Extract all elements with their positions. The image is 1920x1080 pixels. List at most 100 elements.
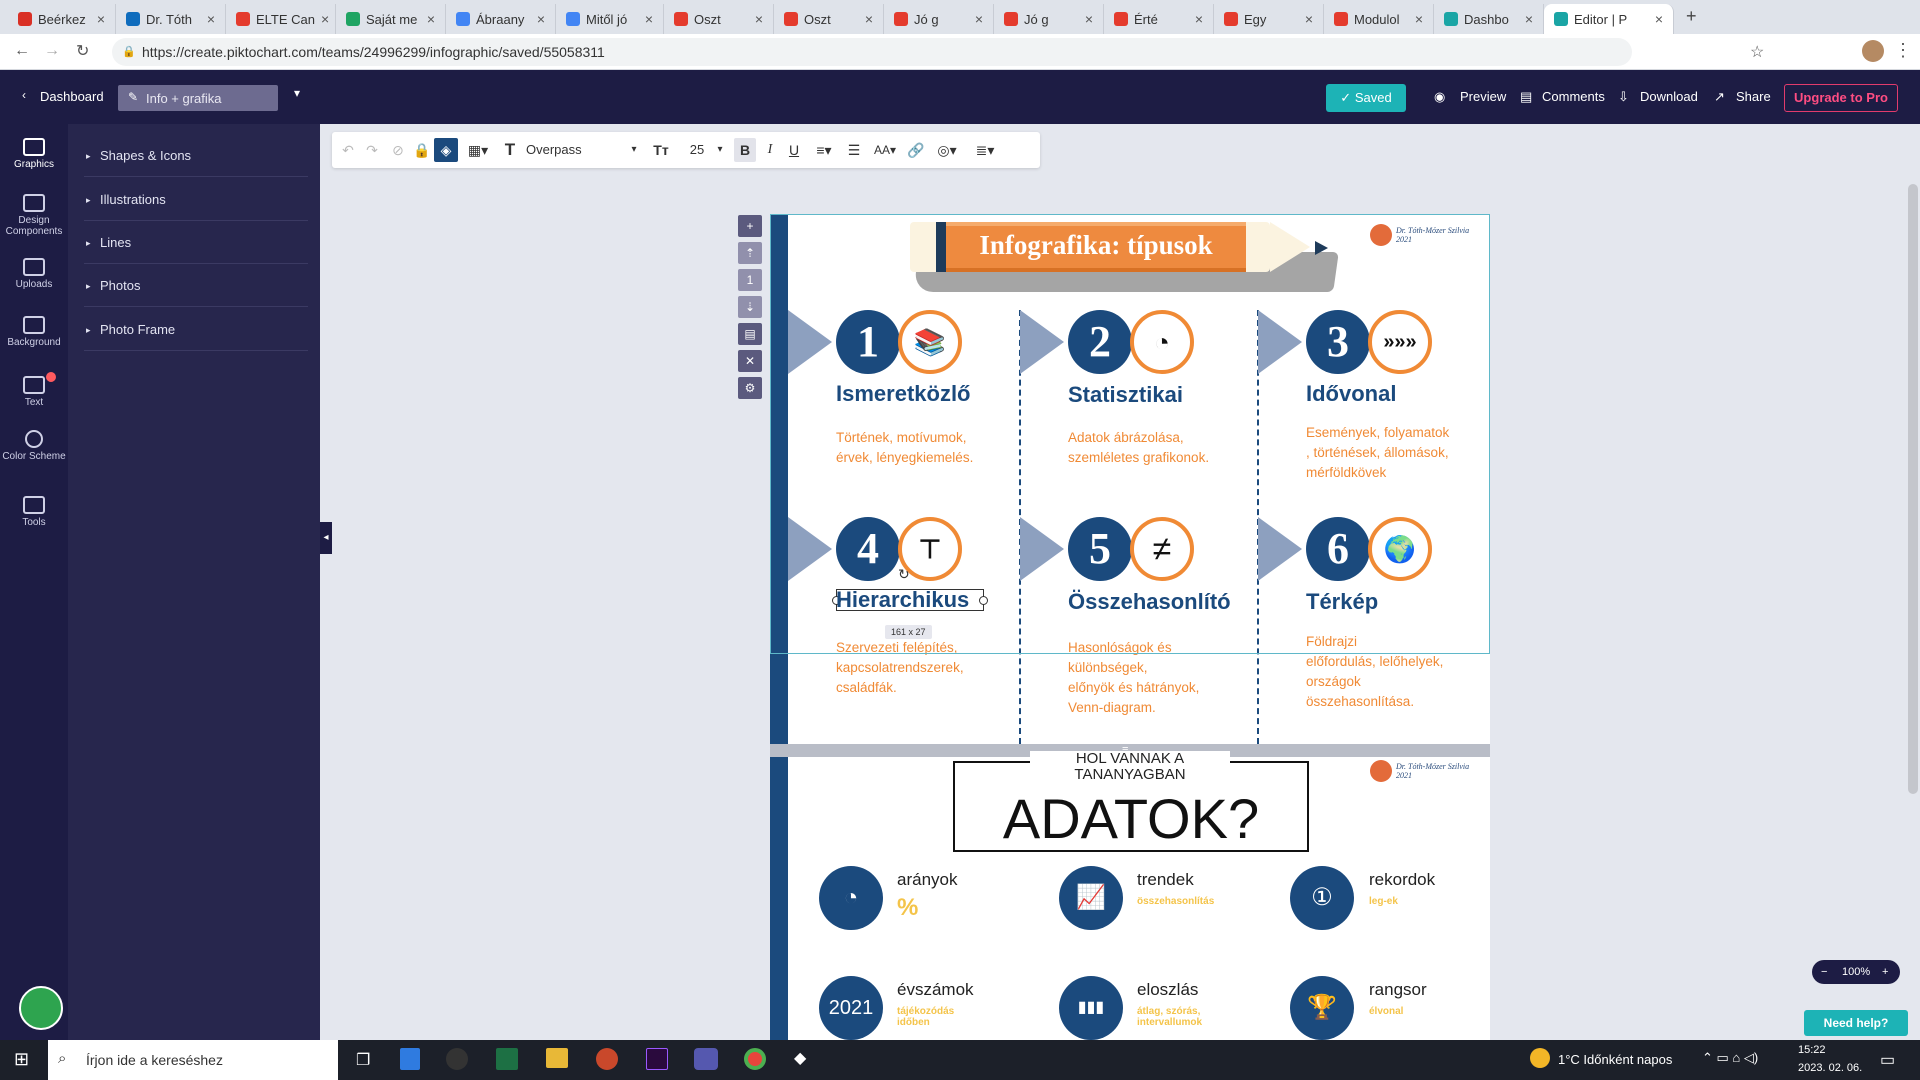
type-description[interactable]: Események, folyamatok , történések, állo… (1306, 423, 1449, 483)
type-title-selected[interactable]: Hierarchikus (836, 587, 969, 613)
powerpoint-icon[interactable] (596, 1048, 618, 1070)
close-tab-icon[interactable]: × (1195, 11, 1203, 27)
close-tab-icon[interactable]: × (1415, 11, 1423, 27)
panel-lines[interactable]: Lines (84, 222, 308, 264)
help-button[interactable]: Need help? (1804, 1010, 1908, 1036)
undo-icon[interactable]: ↶ (338, 138, 358, 162)
download-button[interactable]: Download (1640, 89, 1698, 104)
weather-text[interactable]: 1°C Időnként napos (1558, 1052, 1672, 1067)
browser-tab[interactable]: Ábraany × (446, 4, 556, 34)
upgrade-button[interactable]: Upgrade to Pro (1784, 84, 1898, 112)
bold-icon[interactable]: B (734, 138, 756, 162)
task-view-icon[interactable]: ❐ (356, 1050, 370, 1070)
rail-background[interactable]: Background (0, 316, 68, 348)
browser-tab[interactable]: Dashbo × (1434, 4, 1544, 34)
type-description[interactable]: Történek, motívumok, érvek, lényegkiemel… (836, 428, 973, 468)
type-description[interactable]: Adatok ábrázolása, szemléletes grafikono… (1068, 428, 1209, 468)
zoom-in-icon[interactable]: + (1882, 960, 1888, 984)
italic-icon[interactable]: I (760, 138, 780, 162)
effects-icon[interactable]: ◎▾ (932, 138, 962, 162)
windows-start-icon[interactable]: ⊞ (14, 1049, 29, 1070)
premiere-icon[interactable] (646, 1048, 668, 1070)
data-item-label[interactable]: trendek (1137, 870, 1194, 890)
data-item-sub[interactable]: összehasonlítás (1137, 896, 1214, 907)
obs-icon[interactable] (446, 1048, 468, 1070)
page2-title[interactable]: ADATOK? (953, 786, 1309, 851)
back-icon[interactable]: ← (14, 42, 30, 60)
infographic-title[interactable]: Infografika: típusok (946, 230, 1246, 261)
close-tab-icon[interactable]: × (865, 11, 873, 27)
align-icon[interactable]: ≡▾ (810, 138, 838, 162)
reload-icon[interactable]: ↻ (76, 41, 89, 61)
panel-photo-frame[interactable]: Photo Frame (84, 309, 308, 351)
move-up-icon[interactable]: ⇡ (738, 242, 762, 264)
notifications-icon[interactable]: ▭ (1880, 1050, 1895, 1070)
rail-design-components[interactable]: Design Components (0, 194, 68, 237)
rail-uploads[interactable]: Uploads (0, 258, 68, 290)
delete-icon[interactable]: ✕ (738, 350, 762, 372)
close-tab-icon[interactable]: × (207, 11, 215, 27)
rotate-handle-icon[interactable]: ↻ (898, 566, 910, 583)
close-tab-icon[interactable]: × (537, 11, 545, 27)
clock-time[interactable]: 15:22 (1798, 1044, 1826, 1056)
close-tab-icon[interactable]: × (975, 11, 983, 27)
browser-tab[interactable]: Oszt × (664, 4, 774, 34)
store-icon[interactable] (400, 1048, 420, 1070)
taskbar-search[interactable]: ⌕ Írjon ide a kereséshez (48, 1040, 338, 1080)
collapse-panel-handle[interactable]: ◂ (320, 522, 332, 554)
vertical-scrollbar[interactable] (1908, 184, 1918, 794)
close-tab-icon[interactable]: × (1525, 11, 1533, 27)
move-down-icon[interactable]: ⇣ (738, 296, 762, 318)
data-item-sub[interactable]: leg-ek (1369, 896, 1398, 907)
close-tab-icon[interactable]: × (1655, 11, 1663, 27)
disable-icon[interactable]: ⊘ (388, 138, 408, 162)
doc-title-field[interactable]: ✎ Info + grafika (118, 85, 278, 111)
add-block-icon[interactable]: + (738, 215, 762, 237)
clock-date[interactable]: 2023. 02. 06. (1798, 1062, 1862, 1074)
link-icon[interactable]: 🔗 (906, 138, 926, 162)
close-tab-icon[interactable]: × (755, 11, 763, 27)
data-item-sub[interactable]: % (897, 894, 918, 922)
browser-tab[interactable]: Jó g × (884, 4, 994, 34)
menu-icon[interactable]: ⋮ (1894, 40, 1912, 61)
underline-icon[interactable]: U (784, 138, 804, 162)
zoom-out-icon[interactable]: − (1821, 960, 1827, 984)
type-title[interactable]: Ismeretközlő (836, 381, 971, 407)
rail-graphics[interactable]: Graphics (0, 138, 68, 170)
preview-button[interactable]: Preview (1460, 89, 1506, 104)
saved-button[interactable]: ✓ Saved (1326, 84, 1406, 112)
page2-kicker[interactable]: HOL VANNAK A TANANYAGBAN (1030, 751, 1230, 783)
forward-icon[interactable]: → (44, 42, 60, 60)
chevron-down-icon[interactable]: ▾ (294, 86, 300, 100)
teams-icon[interactable] (694, 1048, 718, 1070)
url-field[interactable]: https://create.piktochart.com/teams/2499… (112, 38, 1632, 66)
close-tab-icon[interactable]: × (97, 11, 105, 27)
browser-tab[interactable]: Dr. Tóth × (116, 4, 226, 34)
browser-tab[interactable]: ELTE Can × (226, 4, 336, 34)
chrome-icon[interactable] (744, 1048, 766, 1070)
data-item-label[interactable]: arányok (897, 870, 957, 890)
font-select[interactable]: Overpass (526, 138, 626, 162)
browser-tab[interactable]: Érté × (1104, 4, 1214, 34)
browser-tab[interactable]: Editor | P × (1544, 4, 1674, 34)
type-description[interactable]: Földrajzi előfordulás, lelőhelyek, orszá… (1306, 632, 1443, 712)
dashboard-link[interactable]: Dashboard (40, 89, 104, 104)
resize-handle[interactable] (979, 596, 988, 605)
close-tab-icon[interactable]: × (1085, 11, 1093, 27)
rail-color-scheme[interactable]: Color Scheme (0, 430, 68, 462)
browser-tab[interactable]: Saját me × (336, 4, 446, 34)
lock-icon[interactable]: 🔒 (122, 45, 136, 58)
data-item-label[interactable]: évszámok (897, 980, 974, 1000)
duplicate-icon[interactable]: ▤ (738, 323, 762, 345)
inkscape-icon[interactable]: ◆ (794, 1048, 806, 1068)
data-item-label[interactable]: rekordok (1369, 870, 1435, 890)
close-tab-icon[interactable]: × (321, 11, 329, 27)
redo-icon[interactable]: ↷ (362, 138, 382, 162)
rail-tools[interactable]: Tools (0, 496, 68, 528)
new-tab-icon[interactable]: + (1686, 6, 1697, 27)
panel-illustrations[interactable]: Illustrations (84, 179, 308, 221)
rail-text[interactable]: Text (0, 376, 68, 408)
font-size-select[interactable]: 25 (682, 138, 712, 162)
browser-tab[interactable]: Jó g × (994, 4, 1104, 34)
font-icon[interactable]: T (500, 138, 520, 162)
